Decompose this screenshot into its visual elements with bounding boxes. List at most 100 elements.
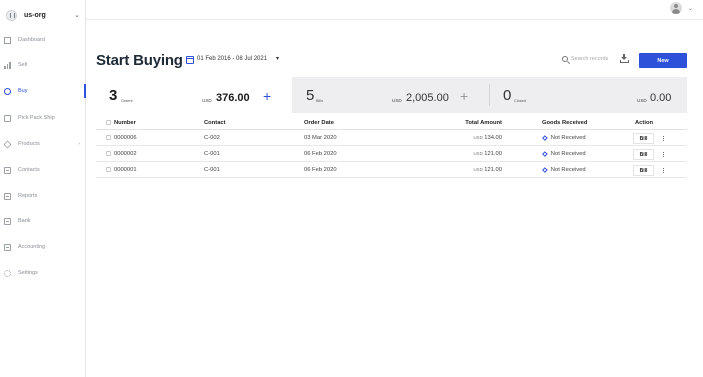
column-header-order-date[interactable]: Order Date: [304, 116, 334, 129]
table-row[interactable]: 0000002 C-001 06 Feb 2020 USD 121.00 Not …: [96, 146, 687, 162]
row-checkbox[interactable]: [106, 151, 111, 156]
sidebar-item-settings[interactable]: Settings: [0, 265, 86, 281]
sidebar-item-sell[interactable]: Sell: [0, 57, 86, 73]
orders-summary-card[interactable]: 3 Orders USD 376.00 +: [96, 77, 292, 113]
status-diamond-icon: [542, 134, 548, 141]
sidebar-item-dashboard[interactable]: Dashboard: [0, 32, 86, 48]
chevron-right-icon: ›: [78, 141, 80, 147]
orders-table: Number Contact Order Date Total Amount G…: [96, 116, 687, 178]
bill-button[interactable]: Bill: [633, 133, 654, 144]
order-number[interactable]: 0000006: [114, 130, 137, 145]
truck-icon: [4, 115, 11, 122]
summary-divider: [489, 84, 490, 106]
sidebar-item-pick-pack-ship[interactable]: Pick Pack Ship: [0, 110, 86, 126]
more-options-icon[interactable]: [655, 149, 671, 160]
sidebar-item-contacts[interactable]: Contacts: [0, 162, 86, 178]
more-options-icon[interactable]: [655, 165, 671, 176]
org-switcher[interactable]: us-org ⌄: [4, 7, 82, 23]
row-checkbox[interactable]: [106, 167, 111, 172]
order-contact: C-001: [204, 166, 220, 173]
search-input[interactable]: [571, 54, 619, 64]
order-number[interactable]: 0000001: [114, 162, 137, 177]
order-total: USD 134.00: [436, 130, 502, 145]
avatar[interactable]: [670, 2, 682, 14]
sidebar-item-reports[interactable]: Reports: [0, 188, 86, 204]
org-name: us-org: [24, 11, 46, 19]
bar-chart-icon: [4, 61, 11, 69]
currency-label: USD: [473, 151, 483, 156]
download-icon[interactable]: [620, 54, 629, 63]
closed-label: Closed: [514, 99, 526, 103]
goods-status: Not Received: [542, 162, 586, 177]
goods-status: Not Received: [542, 146, 586, 161]
gear-icon: [4, 269, 11, 277]
row-checkbox[interactable]: [106, 135, 111, 140]
closed-count: 0: [503, 87, 512, 104]
circle-icon: [4, 87, 11, 95]
status-diamond-icon: [542, 150, 548, 157]
summary-panel: 3 Orders USD 376.00 + 5 Bills USD 2,005.…: [96, 77, 687, 113]
new-button[interactable]: New: [639, 53, 687, 68]
currency-label: USD: [473, 167, 483, 172]
sidebar-item-label: Contacts: [18, 167, 40, 173]
bank-icon: [4, 217, 11, 225]
sidebar-item-products[interactable]: Products ›: [0, 136, 86, 152]
order-contact: C-001: [204, 150, 220, 157]
orders-label: Orders: [121, 99, 133, 103]
order-contact: C-002: [204, 134, 220, 141]
column-header-goods-received[interactable]: Goods Received: [542, 116, 587, 129]
order-number[interactable]: 0000002: [114, 146, 137, 161]
table-row[interactable]: 0000001 C-001 06 Feb 2020 USD 121.00 Not …: [96, 162, 687, 178]
column-header-number[interactable]: Number: [114, 116, 136, 129]
table-row[interactable]: 0000006 C-002 03 Mar 2020 USD 134.00 Not …: [96, 130, 687, 146]
amount-value: 121.00: [484, 166, 502, 173]
goods-status: Not Received: [542, 130, 586, 145]
bill-button[interactable]: Bill: [633, 149, 654, 160]
amount-value: 121.00: [484, 150, 502, 157]
date-range-picker[interactable]: 01 Feb 2016 - 08 Jul 2021: [197, 56, 267, 62]
sidebar-item-label: Accounting: [18, 244, 46, 250]
order-date: 06 Feb 2020: [304, 166, 337, 173]
sidebar-item-label: Products: [18, 141, 40, 147]
order-total: USD 121.00: [436, 162, 502, 177]
table-header: Number Contact Order Date Total Amount G…: [96, 116, 687, 130]
order-total: USD 121.00: [436, 146, 502, 161]
sidebar-item-label: Reports: [18, 193, 38, 199]
sidebar-item-bank[interactable]: Bank: [0, 213, 86, 229]
orders-currency: USD: [202, 98, 212, 103]
top-bar: ⌄: [86, 0, 703, 20]
sidebar-item-label: Sell: [18, 62, 28, 68]
currency-label: USD: [473, 135, 483, 140]
org-logo-icon: [6, 9, 17, 21]
order-date: 03 Mar 2020: [304, 134, 337, 141]
orders-count: 3: [109, 87, 118, 104]
bills-currency: USD: [392, 98, 402, 103]
closed-amount: 0.00: [650, 92, 672, 104]
sidebar-item-accounting[interactable]: Accounting: [0, 239, 86, 255]
add-bill-button[interactable]: +: [460, 89, 468, 103]
bill-button[interactable]: Bill: [633, 165, 654, 176]
contacts-icon: [4, 166, 11, 174]
sidebar: us-org ⌄ Dashboard Sell Buy Pick Pack Sh…: [0, 0, 86, 377]
order-date: 06 Feb 2020: [304, 150, 337, 157]
chevron-down-icon[interactable]: ⌄: [688, 5, 693, 12]
sidebar-item-label: Dashboard: [18, 37, 45, 43]
sidebar-item-label: Pick Pack Ship: [18, 115, 55, 121]
chevron-down-icon: ⌄: [74, 12, 80, 19]
column-header-contact[interactable]: Contact: [204, 116, 226, 129]
column-header-action: Action: [635, 119, 654, 126]
gem-icon: [3, 140, 12, 148]
calendar-icon[interactable]: [186, 56, 194, 64]
sidebar-item-buy[interactable]: Buy: [0, 83, 86, 99]
add-order-button[interactable]: +: [263, 89, 271, 103]
more-options-icon[interactable]: [655, 133, 671, 144]
bills-label: Bills: [316, 99, 323, 103]
caret-down-icon[interactable]: ▾: [276, 55, 279, 62]
status-diamond-icon: [542, 166, 548, 173]
column-header-total-amount[interactable]: Total Amount: [436, 116, 502, 129]
dashboard-icon: [4, 36, 11, 44]
search-icon[interactable]: [562, 56, 568, 62]
bills-count: 5: [306, 87, 315, 104]
select-all-checkbox[interactable]: [106, 120, 111, 125]
goods-status-label: Not Received: [550, 134, 586, 141]
